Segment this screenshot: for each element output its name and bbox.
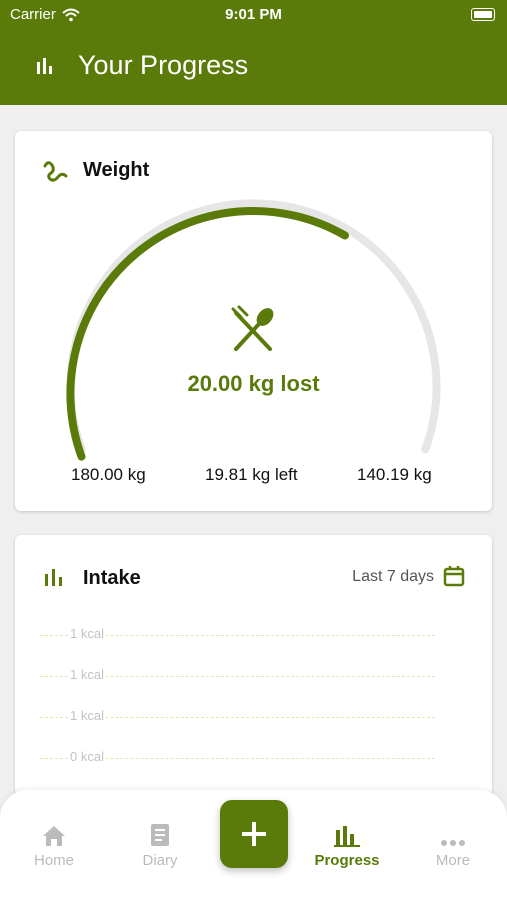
battery-icon [471, 8, 495, 21]
gauge-track [66, 199, 441, 454]
chart-gridline: 1 kcal [40, 707, 435, 727]
bar-chart-icon [37, 58, 52, 74]
goal-weight-label: 140.19 kg [357, 465, 432, 484]
chart-gridline: 0 kcal [40, 748, 435, 768]
plus-icon [242, 822, 266, 846]
weight-lost-text: 20.00 kg lost [187, 371, 320, 396]
intake-card[interactable]: Intake Last 7 days 1 kcal 1 kcal 1 kcal … [15, 535, 492, 795]
diary-icon [151, 824, 169, 846]
calendar-icon[interactable] [443, 565, 465, 587]
intake-title: Intake [83, 567, 141, 589]
tab-more[interactable]: More [408, 820, 498, 869]
date-range-label[interactable]: Last 7 days [352, 568, 434, 586]
y-tick-label: 1 kcal [68, 626, 106, 641]
tab-progress[interactable]: Progress [302, 820, 392, 869]
y-tick-label: 0 kcal [68, 749, 106, 764]
status-time: 9:01 PM [225, 6, 282, 23]
tab-home[interactable]: Home [9, 820, 99, 869]
tab-diary[interactable]: Diary [115, 820, 205, 869]
chart-gridline: 1 kcal [40, 625, 435, 645]
add-entry-button[interactable] [220, 800, 288, 868]
status-bar: Carrier 9:01 PM [0, 0, 507, 30]
y-tick-label: 1 kcal [68, 708, 106, 723]
gauge-progress [66, 207, 349, 461]
more-dots-icon [441, 840, 465, 846]
home-icon [43, 826, 65, 846]
bar-chart-icon [334, 826, 360, 847]
weight-gauge [66, 199, 441, 461]
weight-card[interactable]: Weight 20.00 kg lost 180.00 kg 19.81 kg … [15, 131, 492, 511]
tab-more-label: More [435, 852, 471, 869]
start-weight-label: 180.00 kg [71, 465, 146, 484]
tab-progress-label: Progress [314, 852, 380, 869]
y-tick-label: 1 kcal [68, 667, 106, 682]
tab-diary-label: Diary [142, 852, 178, 869]
chart-gridline: 1 kcal [40, 666, 435, 686]
app-bar: Your Progress [0, 30, 507, 105]
tab-home-label: Home [33, 852, 74, 869]
fork-spoon-icon [231, 305, 274, 351]
weight-left-label: 19.81 kg left [205, 465, 298, 484]
bar-chart-icon [45, 569, 62, 586]
page-title: Your Progress [78, 50, 249, 80]
